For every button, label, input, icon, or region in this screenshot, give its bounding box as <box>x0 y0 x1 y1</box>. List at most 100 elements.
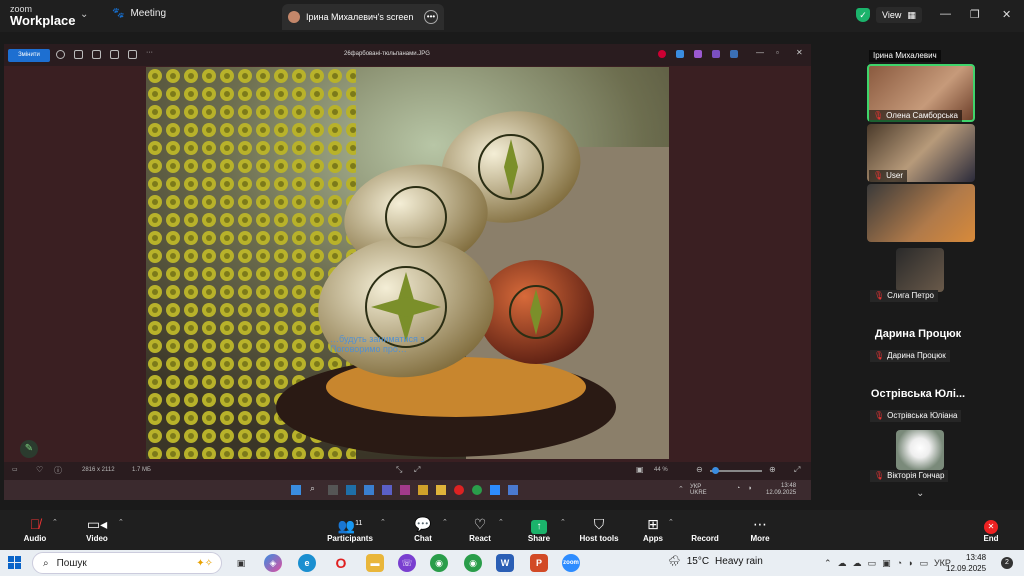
app-icon[interactable] <box>676 50 684 58</box>
meeting-controls: 🎙̸ Audio ⌃ ▭◂ Video ⌃ 👥11 Participants ⌃… <box>0 510 1024 550</box>
weather-widget[interactable]: 🌧 15°C Heavy rain <box>668 556 763 567</box>
wifi-icon[interactable]: ◔ <box>736 485 740 492</box>
battery-icon[interactable]: ▭ <box>919 558 928 569</box>
minimize-icon[interactable]: — <box>940 8 951 20</box>
chrome-icon[interactable]: ◉ <box>430 554 448 572</box>
inner-time: 13:48 <box>781 483 797 489</box>
zoom-out-icon[interactable]: ⊖ <box>696 465 703 474</box>
copilot-icon[interactable]: ◈ <box>264 554 282 572</box>
volume-icon[interactable]: ◗ <box>748 485 752 492</box>
participants-button[interactable]: 👥11 Participants <box>322 514 378 543</box>
filmstrip-icon[interactable]: ▭ <box>12 466 18 473</box>
close-icon[interactable]: ✕ <box>1002 8 1011 21</box>
more-button[interactable]: ⋯ More <box>735 514 785 543</box>
wifi-icon[interactable]: ◔ <box>897 558 902 569</box>
record-button[interactable]: Record <box>680 514 730 543</box>
fullscreen-icon[interactable]: ⤢ <box>794 465 800 475</box>
participant-name: 🎙 Вікторія Гончар <box>870 470 949 482</box>
zoom-top-bar: zoom Workplace ⌄ 🐾 Meeting Ірина Михалев… <box>0 0 1024 32</box>
file-title: 26фарбовані-тюльпанами.JPG <box>344 51 430 57</box>
zoom-in-icon[interactable]: ⊕ <box>769 465 776 474</box>
delete-icon[interactable] <box>74 50 83 59</box>
app-icon[interactable] <box>346 485 356 495</box>
app-icon[interactable] <box>418 485 428 495</box>
powerpoint-icon[interactable]: P <box>530 554 548 572</box>
print-icon[interactable] <box>92 50 101 59</box>
volume-icon[interactable]: ◗ <box>908 558 913 569</box>
chrome-icon[interactable]: ◉ <box>464 554 482 572</box>
opera-icon[interactable]: O <box>332 554 350 572</box>
share-button[interactable]: ↑ Share <box>514 514 564 543</box>
app-icon[interactable] <box>658 50 666 58</box>
edge-icon[interactable]: e <box>298 554 316 572</box>
app-icon[interactable] <box>490 485 500 495</box>
camera-icon[interactable]: ▭ <box>868 558 877 569</box>
participant-gallery: Ірина Михалевич 🎙 Олена Самборська 🎙 Use… <box>812 32 1024 510</box>
video-button[interactable]: ▭◂ Video <box>72 514 122 543</box>
chevron-up-icon[interactable]: ⌃ <box>560 518 566 526</box>
word-icon[interactable]: W <box>496 554 514 572</box>
zoom-slider-thumb[interactable] <box>712 467 719 474</box>
taskbar-search[interactable]: ⌕ Пошук ✦✧ <box>32 552 222 574</box>
folder-icon[interactable] <box>110 50 119 59</box>
view-button[interactable]: View ▦ <box>876 7 922 23</box>
maximize-icon[interactable]: ▫ <box>776 48 779 57</box>
zoom-percent[interactable]: 44 % <box>654 467 668 473</box>
chevron-up-icon[interactable]: ⌃ <box>118 518 124 526</box>
rotate-icon[interactable] <box>56 50 65 59</box>
edit-button[interactable]: Змінити <box>8 49 50 62</box>
app-icon[interactable] <box>730 50 738 58</box>
host-tools-button[interactable]: ⛉ Host tools <box>574 514 624 543</box>
image-size: 1.7 МБ <box>132 467 151 473</box>
chevron-up-icon[interactable]: ⌃ <box>380 518 386 526</box>
app-icon[interactable] <box>328 485 338 495</box>
more-icon[interactable]: ••• <box>424 10 438 24</box>
chevron-down-icon[interactable]: ⌄ <box>80 9 88 20</box>
app-icon[interactable] <box>694 50 702 58</box>
maximize-icon[interactable]: ❐ <box>970 8 980 21</box>
search-icon[interactable]: ⌕ <box>310 483 315 494</box>
app-icon[interactable] <box>712 50 720 58</box>
image-icon[interactable]: ▣ <box>636 465 644 474</box>
minimize-icon[interactable]: — <box>756 48 764 57</box>
pencil-icon[interactable]: ✎ <box>20 440 38 458</box>
chat-button[interactable]: 💬 Chat <box>398 514 448 543</box>
meeting-tab[interactable]: 🐾 Meeting <box>112 8 166 19</box>
app-icon[interactable] <box>508 485 518 495</box>
shared-screen-tab[interactable]: Ірина Михалевич's screen ••• <box>282 4 444 30</box>
zoom-icon[interactable]: zoom <box>562 554 580 572</box>
heart-icon[interactable]: ♡ <box>36 465 43 474</box>
onedrive-icon[interactable]: ☁ <box>838 558 847 569</box>
chevron-up-icon[interactable]: ⌃ <box>824 558 832 569</box>
expand-icon[interactable]: ⤢ <box>414 465 420 475</box>
app-icon[interactable] <box>400 485 410 495</box>
fit-icon[interactable]: ⤡ <box>396 465 402 475</box>
notification-badge[interactable]: 2 <box>1001 557 1013 569</box>
slideshow-icon[interactable] <box>128 50 137 59</box>
app-icon[interactable] <box>436 485 446 495</box>
windows-start-icon[interactable] <box>291 485 301 495</box>
taskbar-clock[interactable]: 13:48 12.09.2025 <box>946 552 986 574</box>
chevron-up-icon[interactable]: ⌃ <box>668 518 674 526</box>
folder-icon[interactable]: ▬ <box>366 554 384 572</box>
onedrive-icon[interactable]: ☁ <box>853 558 862 569</box>
more-icon[interactable]: ··· <box>146 49 153 56</box>
app-icon[interactable] <box>364 485 374 495</box>
close-icon[interactable]: ✕ <box>796 48 803 57</box>
participant-name: 🎙 Слига Петро <box>870 290 938 302</box>
chevron-up-icon[interactable]: ⌃ <box>678 485 684 493</box>
app-icon[interactable] <box>382 485 392 495</box>
end-button[interactable]: ✕ End <box>966 514 1016 543</box>
chevron-up-icon[interactable]: ⌃ <box>442 518 448 526</box>
chevron-up-icon[interactable]: ⌃ <box>52 518 58 526</box>
chevron-down-icon[interactable]: ⌄ <box>916 488 924 499</box>
chevron-up-icon[interactable]: ⌃ <box>498 518 504 526</box>
task-view-icon[interactable]: ▣ <box>232 554 250 572</box>
app-icon[interactable] <box>454 485 464 495</box>
meet-icon[interactable]: ▣ <box>882 558 891 569</box>
shield-icon[interactable]: ✓ <box>856 8 870 22</box>
windows-start-icon[interactable] <box>8 556 22 570</box>
viber-icon[interactable]: ☏ <box>398 554 416 572</box>
info-icon[interactable]: ⓘ <box>54 465 62 476</box>
app-icon[interactable] <box>472 485 482 495</box>
